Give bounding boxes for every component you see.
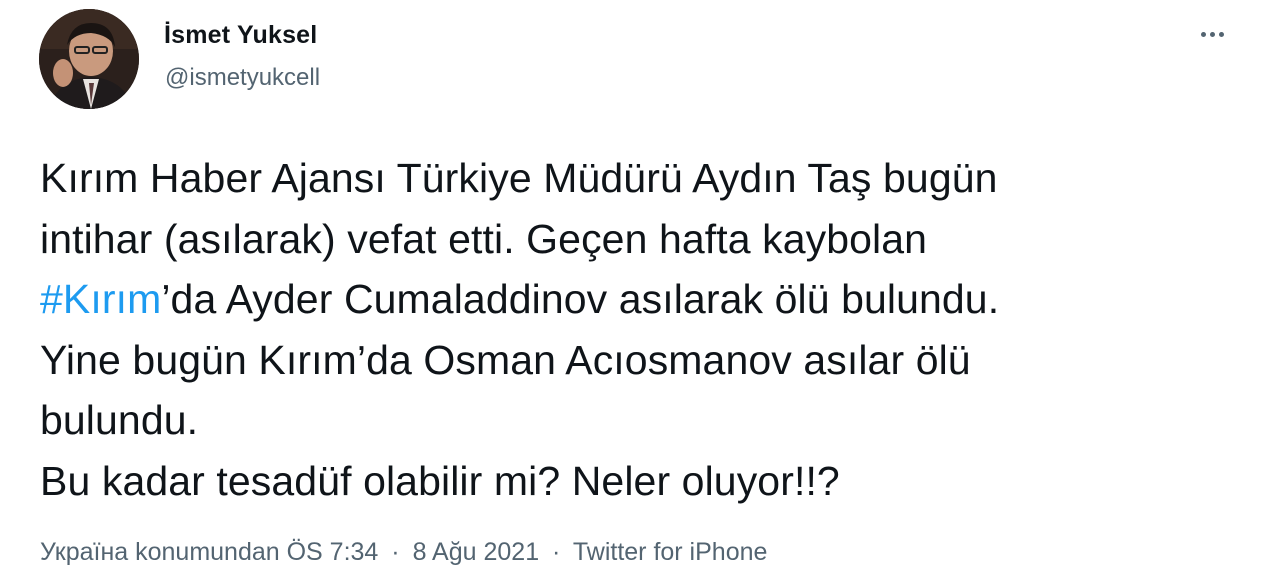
profile-photo-icon [39, 9, 139, 109]
more-options-button[interactable] [1190, 22, 1234, 46]
location-time[interactable]: Україна konumundan ÖS 7:34 [40, 538, 378, 566]
tweet-card: İsmet Yuksel @ismetyukcell Kırım Haber A… [0, 0, 1280, 577]
more-horizontal-icon [1200, 31, 1206, 37]
meta-separator: · [391, 538, 400, 566]
tweet-line: #Kırım’da Ayder Cumaladdinov asılarak öl… [40, 269, 1240, 330]
author-display-name[interactable]: İsmet Yuksel [164, 21, 317, 50]
meta-separator: · [552, 538, 561, 566]
tweet-line: Bu kadar tesadüf olabilir mi? Neler oluy… [40, 457, 840, 504]
avatar[interactable] [39, 9, 139, 109]
tweet-source[interactable]: Twitter for iPhone [573, 538, 768, 566]
tweet-date[interactable]: 8 Ağu 2021 [413, 538, 540, 566]
author-handle[interactable]: @ismetyukcell [165, 64, 320, 92]
tweet-text: Kırım Haber Ajansı Türkiye Müdürü Aydın … [40, 148, 1240, 511]
tweet-meta: Україна konumundan ÖS 7:34 · 8 Ağu 2021 … [40, 538, 767, 567]
tweet-line: Kırım Haber Ajansı Türkiye Müdürü Aydın … [40, 155, 998, 201]
tweet-line: Yine bugün Kırım’da Osman Acıosmanov ası… [40, 336, 971, 383]
hashtag-link[interactable]: #Kırım [40, 276, 161, 322]
tweet-line: intihar (asılarak) vefat etti. Geçen haf… [40, 215, 928, 262]
tweet-line: bulundu. [40, 397, 199, 443]
tweet-line-text: ’da Ayder Cumaladdinov asılarak ölü bulu… [161, 276, 1000, 322]
